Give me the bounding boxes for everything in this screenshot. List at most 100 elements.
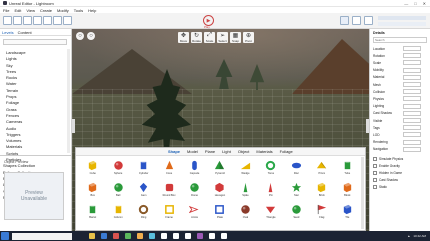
- tree-item[interactable]: Trees: [6, 69, 38, 74]
- menu-item-edit[interactable]: Edit: [14, 8, 21, 13]
- object-item-pin[interactable]: Pin: [258, 180, 283, 200]
- start-icon[interactable]: [1, 232, 9, 240]
- taskbar-app-5-icon[interactable]: [149, 233, 155, 239]
- left-search[interactable]: [3, 39, 67, 45]
- object-item-box[interactable]: Box: [80, 180, 105, 200]
- object-item-flag[interactable]: Flag: [309, 202, 334, 222]
- minimize-icon[interactable]: —: [404, 1, 408, 6]
- view-mode-icon[interactable]: [340, 16, 349, 25]
- object-item-cone[interactable]: Cone: [156, 158, 181, 178]
- checkbox[interactable]: [373, 185, 377, 189]
- window-layout-icon[interactable]: [364, 16, 373, 25]
- taskbar-app-0-icon[interactable]: [89, 233, 95, 239]
- tree-item[interactable]: Foliage: [6, 100, 38, 105]
- details-field[interactable]: [403, 74, 421, 80]
- details-search[interactable]: [373, 37, 427, 43]
- tree-item[interactable]: Sky: [6, 63, 38, 68]
- nav-orbit-icon[interactable]: ○: [76, 32, 84, 40]
- menu-item-file[interactable]: File: [3, 8, 9, 13]
- object-item-torus[interactable]: Torus: [258, 158, 283, 178]
- object-item-wedge[interactable]: Wedge: [233, 158, 258, 178]
- taskbar-search[interactable]: [12, 232, 72, 240]
- clock[interactable]: 10:42 AM: [413, 234, 426, 238]
- ribbon-tool-grid-icon[interactable]: [43, 16, 52, 25]
- tree-item[interactable]: Grass: [6, 107, 38, 112]
- tree-item[interactable]: Terrain: [6, 88, 38, 93]
- tree-item[interactable]: Volumes: [6, 138, 38, 143]
- object-item-barrel[interactable]: Barrel: [80, 202, 105, 222]
- ribbon-tool-camera-icon[interactable]: [63, 16, 72, 25]
- object-item-cylinder[interactable]: Cylinder: [131, 158, 156, 178]
- tab-content[interactable]: Content: [18, 30, 32, 35]
- checkbox[interactable]: [373, 178, 377, 182]
- details-field[interactable]: [403, 82, 421, 87]
- menu-item-tools[interactable]: Tools: [74, 8, 83, 13]
- tree-item[interactable]: Cameras: [6, 119, 38, 124]
- settings-gear-icon[interactable]: [352, 16, 361, 25]
- taskbar-app-2-icon[interactable]: [113, 233, 119, 239]
- object-item-round-box[interactable]: Round Box: [156, 180, 181, 200]
- details-field[interactable]: [403, 96, 421, 102]
- tree-item[interactable]: Triggers: [6, 132, 38, 137]
- details-field[interactable]: [403, 60, 421, 66]
- viewport-tool-pivot-icon[interactable]: ⊕ Pivot: [243, 32, 254, 43]
- object-item-disc[interactable]: Disc: [284, 158, 309, 178]
- nav-pan-icon[interactable]: ○: [87, 32, 95, 40]
- ribbon-tool-redo-icon[interactable]: [23, 16, 32, 25]
- menu-item-help[interactable]: Help: [88, 8, 96, 13]
- object-item-block[interactable]: Block: [335, 180, 360, 200]
- tab-levels[interactable]: Levels: [2, 30, 14, 35]
- details-field[interactable]: [403, 53, 421, 59]
- object-browser-scrollbar[interactable]: [361, 157, 364, 229]
- object-item-cube[interactable]: Cube: [80, 158, 105, 178]
- checkbox[interactable]: [373, 171, 377, 175]
- taskbar-app-7-icon[interactable]: [173, 233, 179, 239]
- taskbar-app-11-icon[interactable]: [221, 233, 227, 239]
- object-item-spike[interactable]: Spike: [233, 180, 258, 200]
- object-item-ring[interactable]: Ring: [131, 202, 156, 222]
- tree-item[interactable]: Lights: [6, 56, 38, 61]
- object-item-gem[interactable]: Gem: [131, 180, 156, 200]
- object-item-pyramid[interactable]: Pyramid: [207, 158, 232, 178]
- ribbon-tool-save-icon[interactable]: [3, 16, 12, 25]
- tree-item[interactable]: Landscape: [6, 50, 38, 55]
- object-item-plate[interactable]: Plate: [207, 202, 232, 222]
- object-item-column[interactable]: Column: [105, 202, 130, 222]
- tree-item[interactable]: Props: [6, 94, 38, 99]
- object-item-oval[interactable]: Oval: [233, 202, 258, 222]
- tree-item[interactable]: Rocks: [6, 75, 38, 80]
- viewport-tool-select-icon[interactable]: ➢ Select: [217, 32, 228, 43]
- details-field[interactable]: [403, 103, 421, 109]
- network-icon[interactable]: ▲: [407, 234, 410, 238]
- checkbox[interactable]: [373, 164, 377, 168]
- viewport-tool-move-icon[interactable]: ✥ Move: [178, 32, 189, 43]
- object-item-capsule[interactable]: Capsule: [182, 158, 207, 178]
- maximize-icon[interactable]: □: [414, 1, 416, 6]
- taskbar-app-10-icon[interactable]: [209, 233, 215, 239]
- object-item-seed[interactable]: Seed: [284, 202, 309, 222]
- menu-item-view[interactable]: View: [26, 8, 35, 13]
- left-scrollbar[interactable]: [67, 49, 70, 153]
- viewport-tool-scale-icon[interactable]: ⤢ Scale: [204, 32, 215, 43]
- tree-item[interactable]: Materials: [6, 144, 38, 149]
- tab-light[interactable]: Light: [222, 149, 231, 154]
- tab-model[interactable]: Model: [187, 149, 198, 154]
- ribbon-tool-snap-icon[interactable]: [33, 16, 42, 25]
- details-field[interactable]: [403, 67, 421, 73]
- taskbar-app-6-icon[interactable]: [161, 233, 167, 239]
- taskbar-app-8-icon[interactable]: [185, 233, 191, 239]
- details-field[interactable]: [403, 132, 421, 138]
- details-field[interactable]: [403, 146, 421, 152]
- object-item-ball[interactable]: Ball: [105, 180, 130, 200]
- taskbar-app-3-icon[interactable]: [125, 233, 131, 239]
- object-item-brick[interactable]: Brick: [309, 180, 334, 200]
- object-item-prism[interactable]: Prism: [309, 158, 334, 178]
- taskbar-app-9-icon[interactable]: [197, 233, 203, 239]
- taskbar-app-1-icon[interactable]: [101, 233, 107, 239]
- close-icon[interactable]: ✕: [423, 1, 426, 6]
- details-field[interactable]: [403, 125, 421, 131]
- object-item-tile[interactable]: Tile: [335, 202, 360, 222]
- tab-object[interactable]: Object: [238, 149, 250, 154]
- object-item-star[interactable]: Star: [284, 180, 309, 200]
- object-item-arrow[interactable]: Arrow: [182, 202, 207, 222]
